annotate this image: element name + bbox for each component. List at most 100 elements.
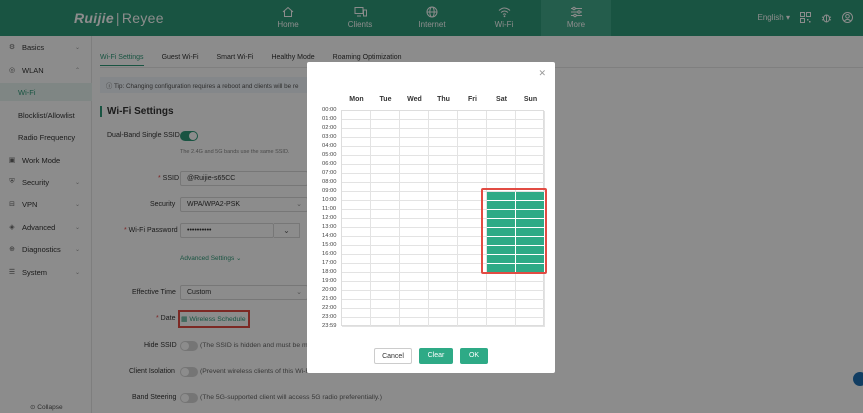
schedule-cell[interactable] bbox=[429, 264, 458, 273]
schedule-cell[interactable] bbox=[371, 120, 400, 129]
schedule-cell[interactable] bbox=[487, 318, 516, 327]
cancel-button[interactable]: Cancel bbox=[374, 348, 412, 364]
schedule-cell[interactable] bbox=[400, 120, 429, 129]
schedule-cell[interactable] bbox=[400, 246, 429, 255]
schedule-cell[interactable] bbox=[429, 300, 458, 309]
schedule-cell[interactable] bbox=[371, 291, 400, 300]
schedule-cell[interactable] bbox=[371, 318, 400, 327]
schedule-cell[interactable] bbox=[400, 219, 429, 228]
schedule-cell[interactable] bbox=[371, 192, 400, 201]
schedule-cell[interactable] bbox=[400, 165, 429, 174]
schedule-cell[interactable] bbox=[429, 138, 458, 147]
schedule-cell[interactable] bbox=[342, 192, 371, 201]
schedule-cell[interactable] bbox=[400, 129, 429, 138]
schedule-cell[interactable] bbox=[371, 309, 400, 318]
schedule-cell[interactable] bbox=[487, 174, 516, 183]
schedule-cell[interactable] bbox=[342, 264, 371, 273]
schedule-cell[interactable] bbox=[371, 165, 400, 174]
schedule-cell[interactable] bbox=[371, 111, 400, 120]
schedule-cell[interactable] bbox=[458, 309, 487, 318]
schedule-cell[interactable] bbox=[371, 129, 400, 138]
schedule-cell[interactable] bbox=[342, 120, 371, 129]
schedule-cell[interactable] bbox=[516, 120, 545, 129]
schedule-cell[interactable] bbox=[429, 192, 458, 201]
schedule-cell[interactable] bbox=[400, 300, 429, 309]
schedule-cell[interactable] bbox=[487, 138, 516, 147]
schedule-cell[interactable] bbox=[429, 318, 458, 327]
schedule-cell[interactable] bbox=[400, 282, 429, 291]
schedule-cell[interactable] bbox=[487, 309, 516, 318]
schedule-cell[interactable] bbox=[342, 318, 371, 327]
schedule-cell[interactable] bbox=[458, 147, 487, 156]
schedule-cell[interactable] bbox=[400, 156, 429, 165]
schedule-cell[interactable] bbox=[371, 246, 400, 255]
clear-button[interactable]: Clear bbox=[419, 348, 453, 364]
schedule-cell[interactable] bbox=[371, 273, 400, 282]
schedule-cell[interactable] bbox=[458, 129, 487, 138]
schedule-cell[interactable] bbox=[458, 318, 487, 327]
schedule-cell[interactable] bbox=[342, 246, 371, 255]
schedule-cell[interactable] bbox=[487, 291, 516, 300]
schedule-cell[interactable] bbox=[342, 183, 371, 192]
schedule-cell[interactable] bbox=[371, 183, 400, 192]
schedule-cell[interactable] bbox=[342, 282, 371, 291]
schedule-cell[interactable] bbox=[516, 282, 545, 291]
schedule-cell[interactable] bbox=[342, 228, 371, 237]
schedule-cell[interactable] bbox=[429, 111, 458, 120]
schedule-cell[interactable] bbox=[342, 255, 371, 264]
schedule-cell[interactable] bbox=[429, 129, 458, 138]
schedule-cell[interactable] bbox=[400, 183, 429, 192]
schedule-cell[interactable] bbox=[371, 156, 400, 165]
schedule-cell[interactable] bbox=[516, 165, 545, 174]
schedule-cell[interactable] bbox=[516, 309, 545, 318]
schedule-cell[interactable] bbox=[400, 210, 429, 219]
schedule-cell[interactable] bbox=[429, 291, 458, 300]
schedule-cell[interactable] bbox=[371, 138, 400, 147]
schedule-cell[interactable] bbox=[516, 300, 545, 309]
schedule-cell[interactable] bbox=[400, 201, 429, 210]
schedule-cell[interactable] bbox=[371, 219, 400, 228]
schedule-cell[interactable] bbox=[429, 228, 458, 237]
schedule-cell[interactable] bbox=[400, 255, 429, 264]
schedule-cell[interactable] bbox=[516, 129, 545, 138]
schedule-cell[interactable] bbox=[342, 129, 371, 138]
schedule-cell[interactable] bbox=[429, 309, 458, 318]
schedule-cell[interactable] bbox=[371, 210, 400, 219]
schedule-cell[interactable] bbox=[400, 237, 429, 246]
schedule-cell[interactable] bbox=[458, 282, 487, 291]
schedule-cell[interactable] bbox=[458, 174, 487, 183]
schedule-cell[interactable] bbox=[342, 201, 371, 210]
schedule-cell[interactable] bbox=[458, 156, 487, 165]
schedule-cell[interactable] bbox=[371, 174, 400, 183]
schedule-cell[interactable] bbox=[429, 210, 458, 219]
schedule-cell[interactable] bbox=[487, 129, 516, 138]
schedule-cell[interactable] bbox=[400, 318, 429, 327]
schedule-cell[interactable] bbox=[371, 147, 400, 156]
schedule-cell[interactable] bbox=[371, 255, 400, 264]
schedule-cell[interactable] bbox=[429, 183, 458, 192]
schedule-cell[interactable] bbox=[400, 309, 429, 318]
schedule-cell[interactable] bbox=[429, 201, 458, 210]
schedule-cell[interactable] bbox=[371, 237, 400, 246]
schedule-cell[interactable] bbox=[429, 174, 458, 183]
schedule-cell[interactable] bbox=[371, 228, 400, 237]
schedule-cell[interactable] bbox=[429, 156, 458, 165]
schedule-cell[interactable] bbox=[516, 291, 545, 300]
schedule-cell[interactable] bbox=[400, 147, 429, 156]
schedule-cell[interactable] bbox=[458, 291, 487, 300]
schedule-cell[interactable] bbox=[487, 273, 516, 282]
schedule-cell[interactable] bbox=[400, 228, 429, 237]
schedule-cell[interactable] bbox=[487, 300, 516, 309]
schedule-cell[interactable] bbox=[400, 111, 429, 120]
schedule-cell[interactable] bbox=[516, 273, 545, 282]
schedule-cell[interactable] bbox=[429, 147, 458, 156]
schedule-cell[interactable] bbox=[429, 255, 458, 264]
schedule-cell[interactable] bbox=[371, 300, 400, 309]
schedule-cell[interactable] bbox=[458, 120, 487, 129]
schedule-cell[interactable] bbox=[429, 273, 458, 282]
schedule-cell[interactable] bbox=[342, 219, 371, 228]
schedule-cell[interactable] bbox=[342, 237, 371, 246]
schedule-cell[interactable] bbox=[400, 264, 429, 273]
schedule-cell[interactable] bbox=[429, 120, 458, 129]
schedule-cell[interactable] bbox=[342, 156, 371, 165]
